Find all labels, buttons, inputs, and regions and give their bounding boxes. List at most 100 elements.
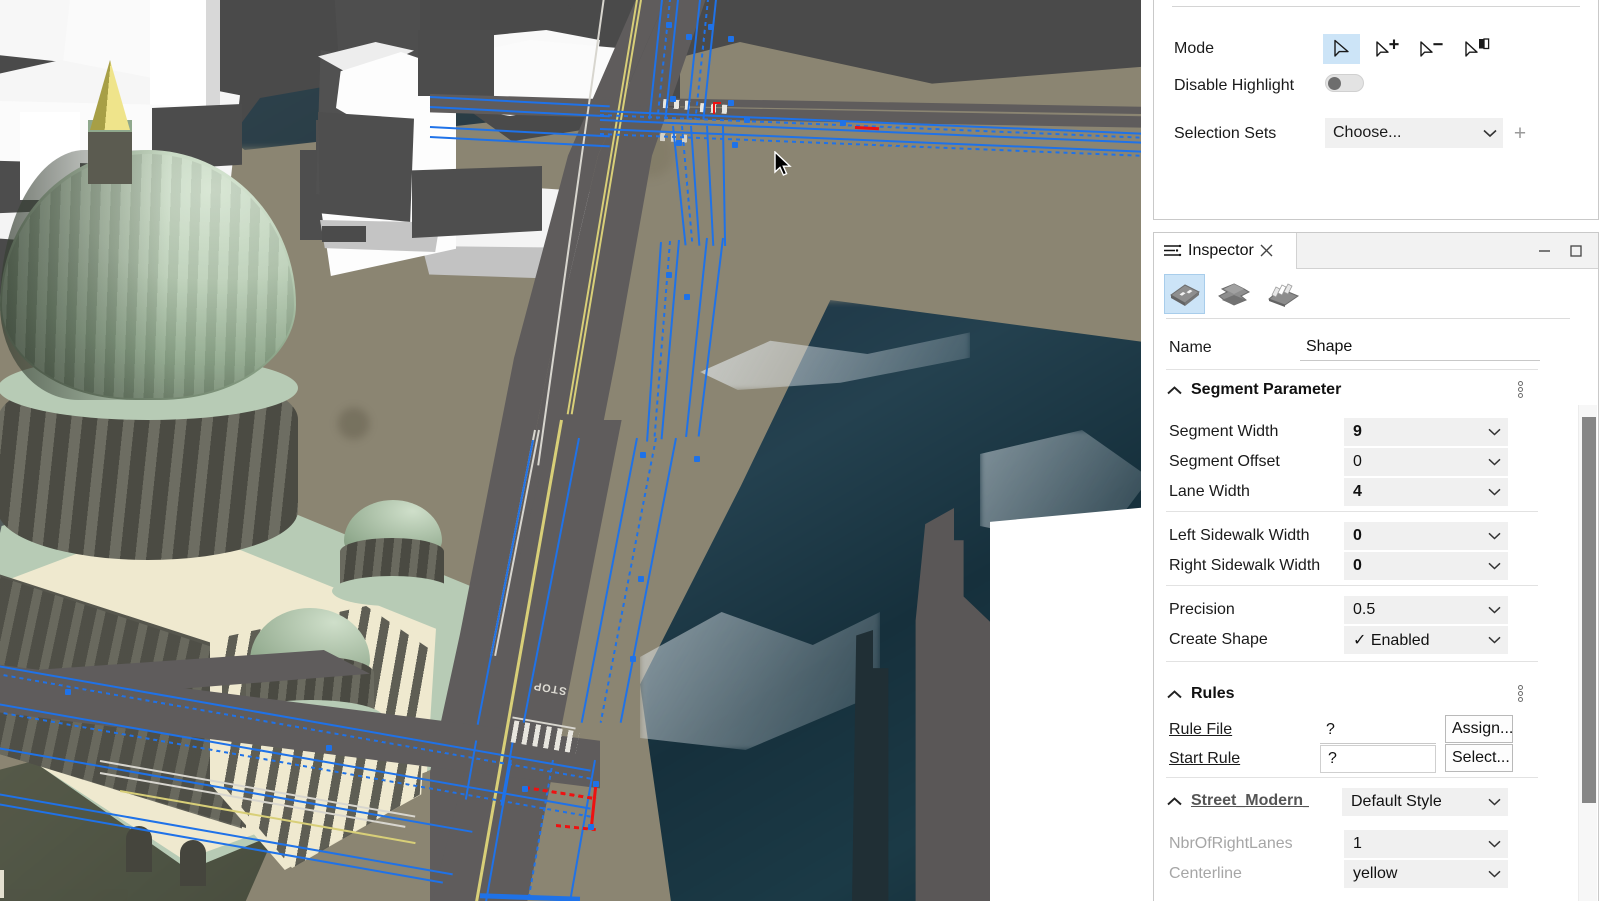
inspector-scrollbar-thumb[interactable] bbox=[1582, 417, 1596, 803]
nbr-of-right-lanes-value: 1 bbox=[1344, 835, 1480, 853]
street-crossing-tab[interactable] bbox=[1262, 274, 1303, 314]
name-label: Name bbox=[1169, 339, 1212, 357]
chevron-down-icon bbox=[1480, 870, 1508, 878]
maximize-button[interactable] bbox=[1566, 241, 1586, 261]
centerline-value: yellow bbox=[1344, 865, 1480, 883]
tab-inspector-label: Inspector bbox=[1188, 242, 1254, 260]
segment-offset-field[interactable]: 0 bbox=[1344, 448, 1508, 476]
chevron-down-icon bbox=[1480, 840, 1508, 848]
rules-title: Rules bbox=[1191, 685, 1235, 703]
cursor-arrow-icon bbox=[1333, 39, 1350, 59]
graph-node bbox=[728, 36, 734, 42]
selected-edge-highlight bbox=[713, 102, 721, 104]
section-divider bbox=[1166, 661, 1538, 662]
selection-sets-dropdown[interactable]: Choose... bbox=[1325, 118, 1503, 148]
nbr-of-right-lanes-label: NbrOfRightLanes bbox=[1169, 835, 1293, 853]
right-panel-column: Mode bbox=[1141, 0, 1600, 901]
street-junction-tab[interactable] bbox=[1213, 274, 1254, 314]
style-section-title: Street_Modern_Sta bbox=[1191, 792, 1309, 810]
start-rule-input[interactable]: ? bbox=[1320, 745, 1436, 773]
start-rule-value: ? bbox=[1321, 750, 1337, 768]
rules-section-header[interactable]: Rules bbox=[1167, 685, 1235, 703]
precision-field[interactable]: 0.5 bbox=[1344, 596, 1508, 624]
precision-value: 0.5 bbox=[1344, 601, 1480, 619]
minimize-icon bbox=[1538, 246, 1551, 256]
centerline-field[interactable]: yellow bbox=[1344, 860, 1508, 888]
street-segment-tab[interactable] bbox=[1164, 274, 1205, 314]
minimize-button[interactable] bbox=[1534, 241, 1554, 261]
chevron-down-icon bbox=[1480, 532, 1508, 540]
cursor-arrow-minus-icon bbox=[1419, 38, 1445, 60]
graph-node bbox=[65, 689, 71, 695]
inspector-tabbar: Inspector bbox=[1154, 233, 1598, 269]
graph-node bbox=[840, 120, 846, 126]
select-start-rule-button[interactable]: Select... bbox=[1445, 744, 1513, 772]
rules-options-button[interactable] bbox=[1512, 683, 1528, 703]
disable-highlight-label: Disable Highlight bbox=[1174, 77, 1294, 95]
chevron-down-icon bbox=[1480, 636, 1508, 644]
segment-parameter-options-button[interactable] bbox=[1512, 379, 1528, 399]
graph-node bbox=[666, 22, 672, 28]
inspector-body: Name Shape Segment Parameter Segment Wid… bbox=[1154, 319, 1598, 901]
add-selection-set-button[interactable]: + bbox=[1509, 122, 1531, 144]
left-sidewalk-width-label: Left Sidewalk Width bbox=[1169, 527, 1310, 545]
graph-node bbox=[593, 781, 599, 787]
name-input[interactable]: Shape bbox=[1300, 333, 1540, 361]
graph-node bbox=[708, 24, 714, 30]
right-sidewalk-width-field[interactable]: 0 bbox=[1344, 552, 1508, 580]
graph-node bbox=[522, 786, 528, 792]
graph-node bbox=[744, 117, 750, 123]
chevron-down-icon bbox=[1480, 428, 1508, 436]
inspector-icon bbox=[1163, 243, 1182, 260]
close-icon[interactable] bbox=[1260, 243, 1273, 260]
remove-from-selection-mode-button[interactable] bbox=[1413, 34, 1450, 64]
lane-width-value: 4 bbox=[1344, 483, 1480, 501]
create-shape-field[interactable]: ✓ Enabled bbox=[1344, 626, 1508, 654]
inspector-scrollbar-track[interactable] bbox=[1578, 405, 1597, 901]
style-section-header[interactable]: Street_Modern_Sta bbox=[1167, 792, 1309, 810]
cursor-arrow-plus-icon bbox=[1375, 38, 1401, 60]
segment-parameter-section-header[interactable]: Segment Parameter bbox=[1167, 381, 1341, 399]
lane-width-field[interactable]: 4 bbox=[1344, 478, 1508, 506]
chevron-down-icon bbox=[1480, 798, 1508, 806]
right-sidewalk-width-value: 0 bbox=[1344, 557, 1480, 575]
building-block bbox=[990, 506, 1141, 901]
name-value: Shape bbox=[1300, 338, 1352, 356]
graph-node bbox=[728, 100, 734, 106]
graph-node bbox=[686, 34, 692, 40]
select-mode-button[interactable] bbox=[1323, 34, 1360, 64]
segment-offset-label: Segment Offset bbox=[1169, 453, 1280, 471]
centerline-label: Centerline bbox=[1169, 865, 1242, 883]
add-to-selection-mode-button[interactable] bbox=[1369, 34, 1406, 64]
graph-node bbox=[694, 456, 700, 462]
graph-node bbox=[732, 142, 738, 148]
segment-width-field[interactable]: 9 bbox=[1344, 418, 1508, 446]
3d-scene-viewport[interactable]: STOP bbox=[0, 0, 1141, 901]
left-sidewalk-width-value: 0 bbox=[1344, 527, 1480, 545]
graph-node bbox=[638, 576, 644, 582]
selection-sets-value: Choose... bbox=[1325, 124, 1477, 142]
precision-label: Precision bbox=[1169, 601, 1235, 619]
panel-divider bbox=[1172, 6, 1580, 7]
left-sidewalk-width-field[interactable]: 0 bbox=[1344, 522, 1508, 550]
nbr-of-right-lanes-field[interactable]: 1 bbox=[1344, 830, 1508, 858]
start-rule-label[interactable]: Start Rule bbox=[1169, 750, 1240, 768]
cursor-arrow-toggle-icon bbox=[1464, 38, 1491, 60]
assign-rule-file-button[interactable]: Assign... bbox=[1445, 715, 1513, 743]
chevron-down-icon bbox=[1477, 129, 1503, 138]
rule-file-label[interactable]: Rule File bbox=[1169, 721, 1232, 739]
style-value-field[interactable]: Default Style bbox=[1342, 788, 1508, 816]
tab-inspector[interactable]: Inspector bbox=[1154, 233, 1297, 269]
chevron-up-icon bbox=[1167, 797, 1182, 806]
graph-node bbox=[640, 452, 646, 458]
segment-width-value: 9 bbox=[1344, 423, 1480, 441]
row-divider bbox=[1166, 585, 1538, 586]
street-segment-icon bbox=[1168, 281, 1202, 307]
rule-file-input[interactable]: ? bbox=[1320, 716, 1436, 744]
right-sidewalk-width-label: Right Sidewalk Width bbox=[1169, 557, 1320, 575]
application-window: STOP bbox=[0, 0, 1600, 901]
graph-node bbox=[588, 824, 594, 830]
toggle-selection-mode-button[interactable] bbox=[1459, 34, 1496, 64]
chevron-up-icon bbox=[1167, 386, 1182, 395]
disable-highlight-toggle[interactable] bbox=[1325, 74, 1364, 92]
